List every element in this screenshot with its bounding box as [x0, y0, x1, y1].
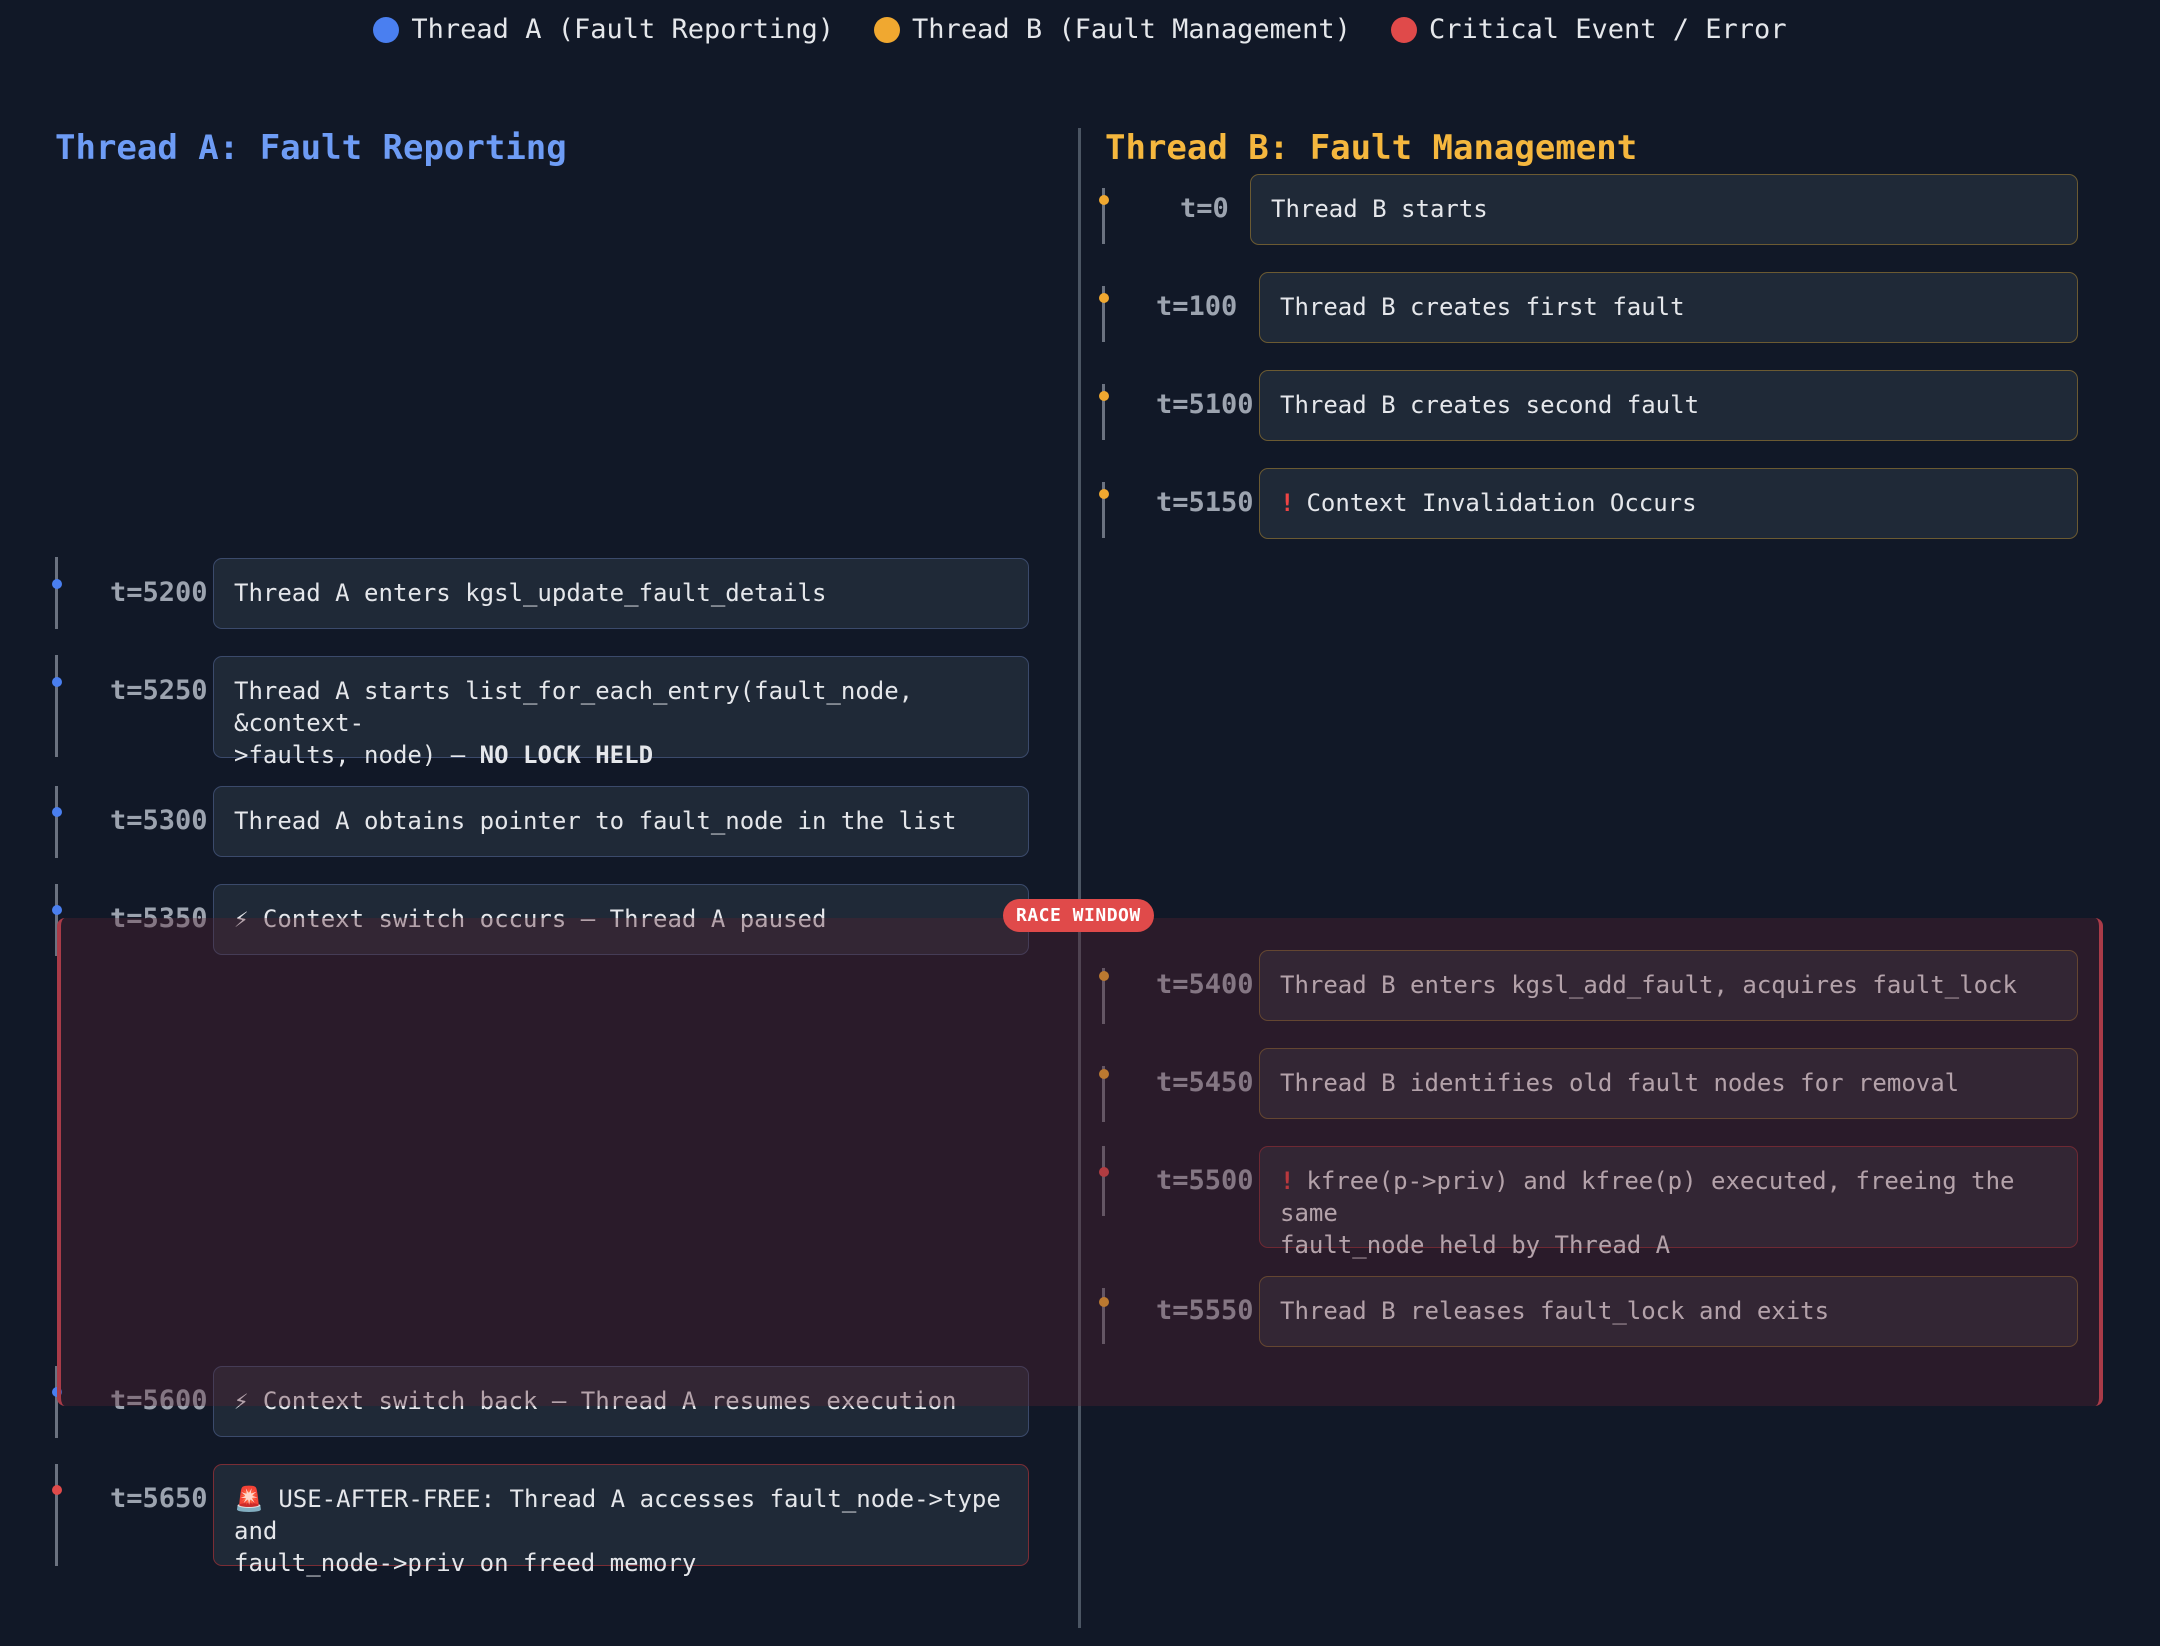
- time-label: t=5400: [1156, 969, 1254, 1000]
- event-text: Context Invalidation Occurs: [1306, 489, 1697, 517]
- timeline-tick: [55, 655, 58, 757]
- time-label: t=5550: [1156, 1295, 1254, 1326]
- time-label: t=5150: [1156, 487, 1254, 518]
- timeline-dot: [1099, 1069, 1109, 1079]
- timeline-tick: [1102, 1146, 1105, 1216]
- timeline-dot: [1099, 1297, 1109, 1307]
- legend-dot-thread-a: [373, 16, 400, 43]
- timeline-tick: [55, 786, 58, 858]
- event-text-line2: >faults, node) —: [234, 741, 480, 769]
- legend-label-thread-b: Thread B (Fault Management): [912, 14, 1351, 45]
- time-label: t=5500: [1156, 1165, 1254, 1196]
- event-text: 🚨 USE-AFTER-FREE: Thread A accesses faul…: [234, 1485, 1001, 1545]
- event-text: ⚡ Context switch occurs — Thread A pause…: [234, 905, 827, 933]
- event-box: Thread A obtains pointer to fault_node i…: [213, 786, 1029, 857]
- legend-dot-critical: [1390, 16, 1417, 43]
- timeline-dot: [52, 905, 62, 915]
- time-label: t=5200: [110, 577, 208, 608]
- event-box: Thread B releases fault_lock and exits: [1259, 1276, 2078, 1347]
- time-label: t=5300: [110, 805, 208, 836]
- event-box: Thread B starts: [1250, 174, 2078, 245]
- race-condition-timeline: Thread A (Fault Reporting) Thread B (Fau…: [0, 0, 2160, 1646]
- timeline-dot: [52, 677, 62, 687]
- event-text: Thread B creates second fault: [1280, 391, 1700, 419]
- timeline-dot: [1099, 391, 1109, 401]
- event-box: Thread B creates second fault: [1259, 370, 2078, 441]
- event-text: Thread B identifies old fault nodes for …: [1280, 1069, 1960, 1097]
- event-text: kfree(p->priv) and kfree(p) executed, fr…: [1280, 1167, 2015, 1227]
- event-text: Thread B starts: [1271, 195, 1488, 223]
- timeline-tick: [55, 1464, 58, 1566]
- time-label: t=5100: [1156, 389, 1254, 420]
- time-label: t=5450: [1156, 1067, 1254, 1098]
- event-box: 🚨 USE-AFTER-FREE: Thread A accesses faul…: [213, 1464, 1029, 1577]
- column-divider: [1078, 128, 1081, 1628]
- thread-a-title: Thread A: Fault Reporting: [55, 128, 567, 168]
- time-label: t=5350: [110, 903, 208, 934]
- legend-label-critical: Critical Event / Error: [1428, 14, 1787, 45]
- legend-item-thread-b: Thread B (Fault Management): [874, 14, 1351, 45]
- time-label: t=5650: [110, 1483, 208, 1514]
- time-label: t=100: [1156, 291, 1238, 322]
- critical-exclamation-icon: !: [1280, 1167, 1295, 1195]
- event-box: Thread A enters kgsl_update_fault_detail…: [213, 558, 1029, 629]
- legend-label-thread-a: Thread A (Fault Reporting): [411, 14, 835, 45]
- timeline-tick: [55, 1366, 58, 1438]
- legend-item-critical: Critical Event / Error: [1390, 14, 1787, 45]
- event-box: Thread B identifies old fault nodes for …: [1259, 1048, 2078, 1119]
- timeline-dot: [52, 1387, 62, 1397]
- time-label: t=5250: [110, 675, 208, 706]
- legend-dot-thread-b: [874, 16, 901, 43]
- event-text: Thread B releases fault_lock and exits: [1280, 1297, 1830, 1325]
- timeline-tick: [55, 884, 58, 956]
- timeline-dot: [1099, 489, 1109, 499]
- race-window-badge: RACE WINDOW: [1003, 899, 1154, 932]
- timeline-dot: [1099, 1167, 1109, 1177]
- event-text: Thread B enters kgsl_add_fault, acquires…: [1280, 971, 2017, 999]
- time-label: t=5600: [110, 1385, 208, 1416]
- event-box: ! Context Invalidation Occurs: [1259, 468, 2078, 539]
- event-box: Thread A starts list_for_each_entry(faul…: [213, 656, 1029, 769]
- timeline-dot: [52, 1485, 62, 1495]
- event-box: Thread B creates first fault: [1259, 272, 2078, 343]
- event-text-line2: fault_node->priv on freed memory: [234, 1549, 697, 1577]
- event-text-line2: fault_node held by Thread A: [1280, 1231, 1671, 1259]
- critical-exclamation-icon: !: [1280, 489, 1295, 517]
- thread-b-title: Thread B: Fault Management: [1105, 128, 1638, 168]
- event-box: ! kfree(p->priv) and kfree(p) executed, f…: [1259, 1146, 2078, 1259]
- legend: Thread A (Fault Reporting) Thread B (Fau…: [0, 14, 2160, 45]
- event-text: ⚡ Context switch back — Thread A resumes…: [234, 1387, 957, 1415]
- event-text: Thread A enters kgsl_update_fault_detail…: [234, 579, 827, 607]
- event-text: Thread A starts list_for_each_entry(faul…: [234, 677, 914, 737]
- timeline-tick: [55, 557, 58, 629]
- event-text: Thread A obtains pointer to fault_node i…: [234, 807, 957, 835]
- event-box: Thread B enters kgsl_add_fault, acquires…: [1259, 950, 2078, 1021]
- time-label: t=0: [1180, 193, 1229, 224]
- timeline-dot: [1099, 293, 1109, 303]
- timeline-dot: [52, 807, 62, 817]
- event-text: Thread B creates first fault: [1280, 293, 1685, 321]
- event-box: ⚡ Context switch occurs — Thread A pause…: [213, 884, 1029, 955]
- timeline-dot: [1099, 971, 1109, 981]
- legend-item-thread-a: Thread A (Fault Reporting): [373, 14, 834, 45]
- no-lock-held-emphasis: NO LOCK HELD: [479, 741, 654, 769]
- event-box: ⚡ Context switch back — Thread A resumes…: [213, 1366, 1029, 1437]
- timeline-dot: [52, 579, 62, 589]
- timeline-dot: [1099, 195, 1109, 205]
